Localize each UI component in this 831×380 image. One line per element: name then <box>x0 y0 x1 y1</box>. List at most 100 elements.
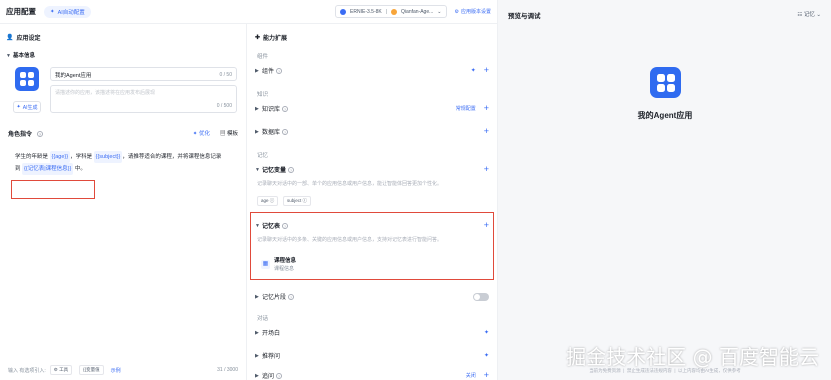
example-link[interactable]: 示例 <box>111 367 121 374</box>
ability-title-label: 能力扩展 <box>263 36 288 42</box>
app-description-input[interactable]: 请描述你的应用，该描述将在应用发布后展现 0 / 500 <box>50 85 237 113</box>
add-follow-icon[interactable]: + <box>484 371 489 380</box>
model-name: ERNIE-3.5-8K <box>350 8 382 15</box>
template-button[interactable]: ▤ 模板 <box>220 129 238 137</box>
app-logo-tile <box>15 67 39 91</box>
ability-title: ✚ 能力扩展 <box>255 33 287 42</box>
basic-info-toggle[interactable]: ▼ 基本信息 <box>6 51 35 59</box>
instruction-counter: 31 / 3000 <box>217 367 238 373</box>
instruction-text: ，学科是 <box>70 154 93 160</box>
knowledge-base-row[interactable]: ▶ 知识库 ? 常规配置 + <box>255 104 489 114</box>
help-icon[interactable]: ? <box>276 372 283 379</box>
help-icon[interactable]: ? <box>282 222 289 229</box>
app-name-input[interactable]: 我的Agent应用 0 / 50 <box>50 67 237 81</box>
components-row[interactable]: ▶ 组件 ? ✦ + <box>255 66 489 76</box>
help-icon[interactable]: ? <box>276 67 283 74</box>
instruction-footer: 输入 有选项引入: ⚙ 工具 {{变量值 示例 31 / 3000 <box>8 365 238 375</box>
add-memory-variable-icon[interactable]: + <box>484 165 489 174</box>
setup-title: 👤 应用设定 <box>6 33 41 42</box>
memory-table-item[interactable]: ▦ 课程信息 课程信息 <box>261 256 296 272</box>
watermark-text: 掘金技术社区 @ 百度智能云 <box>566 345 819 369</box>
database-row[interactable]: ▶ 数据库 ? + <box>255 127 489 137</box>
add-database-icon[interactable]: + <box>484 127 489 136</box>
agent-icon <box>391 8 398 15</box>
memory-variable-row[interactable]: ▼ 记忆变量 ? + <box>255 165 489 175</box>
template-icon: ▤ <box>219 131 227 137</box>
settings-icon: ⚙ <box>454 8 459 15</box>
sparkle-icon[interactable]: ✦ <box>484 352 489 359</box>
chip-age[interactable]: age ⓘ <box>257 196 279 206</box>
name-counter: 0 / 50 <box>219 71 232 78</box>
page-title: 应用配置 <box>6 7 36 16</box>
ai-auto-config-label: AI自动配置 <box>57 9 85 16</box>
basic-info-label: 基本信息 <box>13 53 36 59</box>
memory-table-row[interactable]: ▼ 记忆表 ? + <box>255 221 489 231</box>
memory-button-label: 记忆 <box>803 12 815 18</box>
caret-right-icon: ▶ <box>255 372 259 379</box>
caret-right-icon: ▶ <box>255 128 259 135</box>
help-icon[interactable]: ? <box>282 105 289 112</box>
top-bar: 应用配置 ✦ AI自动配置 ERNIE-3.5-8K | Qianfan-Age… <box>0 0 497 24</box>
add-memory-table-icon[interactable]: + <box>484 221 489 230</box>
help-icon[interactable]: ? <box>288 166 295 173</box>
components-label: 组件 <box>262 69 275 75</box>
sparkle-icon: ✦ <box>50 8 55 15</box>
memory-button[interactable]: ☷ 记忆 ⌄ <box>797 10 821 18</box>
memory-bank-row[interactable]: ▶ 记忆片段 ? <box>255 292 489 301</box>
recommend-row[interactable]: ▶ 推荐问 ✦ <box>255 351 489 361</box>
help-icon[interactable]: ? <box>282 128 289 135</box>
instruction-text: 到 <box>15 166 21 172</box>
description-counter: 0 / 500 <box>216 103 232 109</box>
caret-right-icon: ▶ <box>255 329 259 336</box>
recommend-label: 推荐问 <box>262 354 281 360</box>
insert-hint: 输入 有选项引入: <box>8 367 46 374</box>
ability-panel: ✚ 能力扩展 组件 ▶ 组件 ? ✦ + 知识 ▶ 知识库 ? 常规配置 + ▶… <box>247 24 497 380</box>
preview-panel: 预览与调试 ☷ 记忆 ⌄ 我的Agent应用 当前为免费资源 | 禁止生成违法违… <box>497 0 831 380</box>
preview-logo-tile <box>650 67 681 98</box>
optimize-button[interactable]: ✦ 优化 <box>193 129 210 137</box>
caret-down-icon: ▼ <box>6 53 11 59</box>
chip-subject-label: subject <box>286 198 302 203</box>
instruction-text: ，请推荐适合的课程，并将课程信息记录 <box>122 154 222 160</box>
preview-title: 预览与调试 <box>508 13 541 20</box>
database-label: 数据库 <box>262 130 281 136</box>
optimize-label: 优化 <box>198 131 210 137</box>
app-version-settings-link[interactable]: ⚙ 应用版本设置 <box>454 8 492 16</box>
follow-row[interactable]: ▶ 追问 ? 关闭 + <box>255 371 489 380</box>
role-instruction-text[interactable]: 学生的年龄是 {{age}} ，学科是 {{subject}} ，请推荐适合的课程，… <box>15 151 237 175</box>
model-icon <box>340 8 347 15</box>
opening-row[interactable]: ▶ 开场白 ✦ <box>255 328 489 338</box>
insert-tool-button[interactable]: ⚙ 工具 <box>49 365 73 375</box>
chip-subject[interactable]: subject ⓘ <box>282 196 311 206</box>
chip-age-label: age <box>261 198 269 203</box>
insert-variable-label: {{变量值 <box>83 367 100 372</box>
model-select[interactable]: ERNIE-3.5-8K | Qianfan-Age... ⌄ <box>335 5 447 18</box>
help-icon[interactable]: ? <box>37 130 44 137</box>
app-name-value: 我的Agent应用 <box>55 73 92 79</box>
description-placeholder: 请描述你的应用，该描述将在应用发布后展现 <box>55 90 156 96</box>
follow-close-link[interactable]: 关闭 <box>466 372 476 379</box>
app-logo[interactable] <box>15 67 39 91</box>
variable-tag-subject: {{subject}} <box>93 151 123 163</box>
sparkle-icon[interactable]: ✦ <box>484 329 489 336</box>
agent-name: Qianfan-Age... <box>401 8 434 15</box>
instruction-text: 学生的年龄是 <box>15 154 49 160</box>
instruction-text: 中。 <box>74 166 86 172</box>
template-label: 模板 <box>226 131 238 137</box>
memory-variable-label: 记忆变量 <box>262 168 287 174</box>
ai-auto-config-button[interactable]: ✦ AI自动配置 <box>44 5 91 18</box>
insert-variable-button[interactable]: {{变量值 <box>79 365 104 375</box>
group-label-knowledge: 知识 <box>257 92 269 98</box>
ai-generate-button[interactable]: ✦ AI生成 <box>13 101 41 113</box>
add-component-icon[interactable]: + <box>484 66 489 75</box>
group-label-components: 组件 <box>257 54 269 60</box>
help-icon[interactable]: ? <box>288 293 295 300</box>
sparkle-icon[interactable]: ✦ <box>471 67 476 74</box>
memory-bank-toggle[interactable] <box>473 292 489 301</box>
preview-app-name: 我的Agent应用 <box>637 111 693 120</box>
memory-table-subtitle: 课程信息 <box>274 266 295 272</box>
add-knowledge-icon[interactable]: + <box>484 104 489 113</box>
opening-label: 开场白 <box>262 331 281 337</box>
preview-app-logo <box>650 67 681 98</box>
kb-config-link[interactable]: 常规配置 <box>456 105 476 112</box>
